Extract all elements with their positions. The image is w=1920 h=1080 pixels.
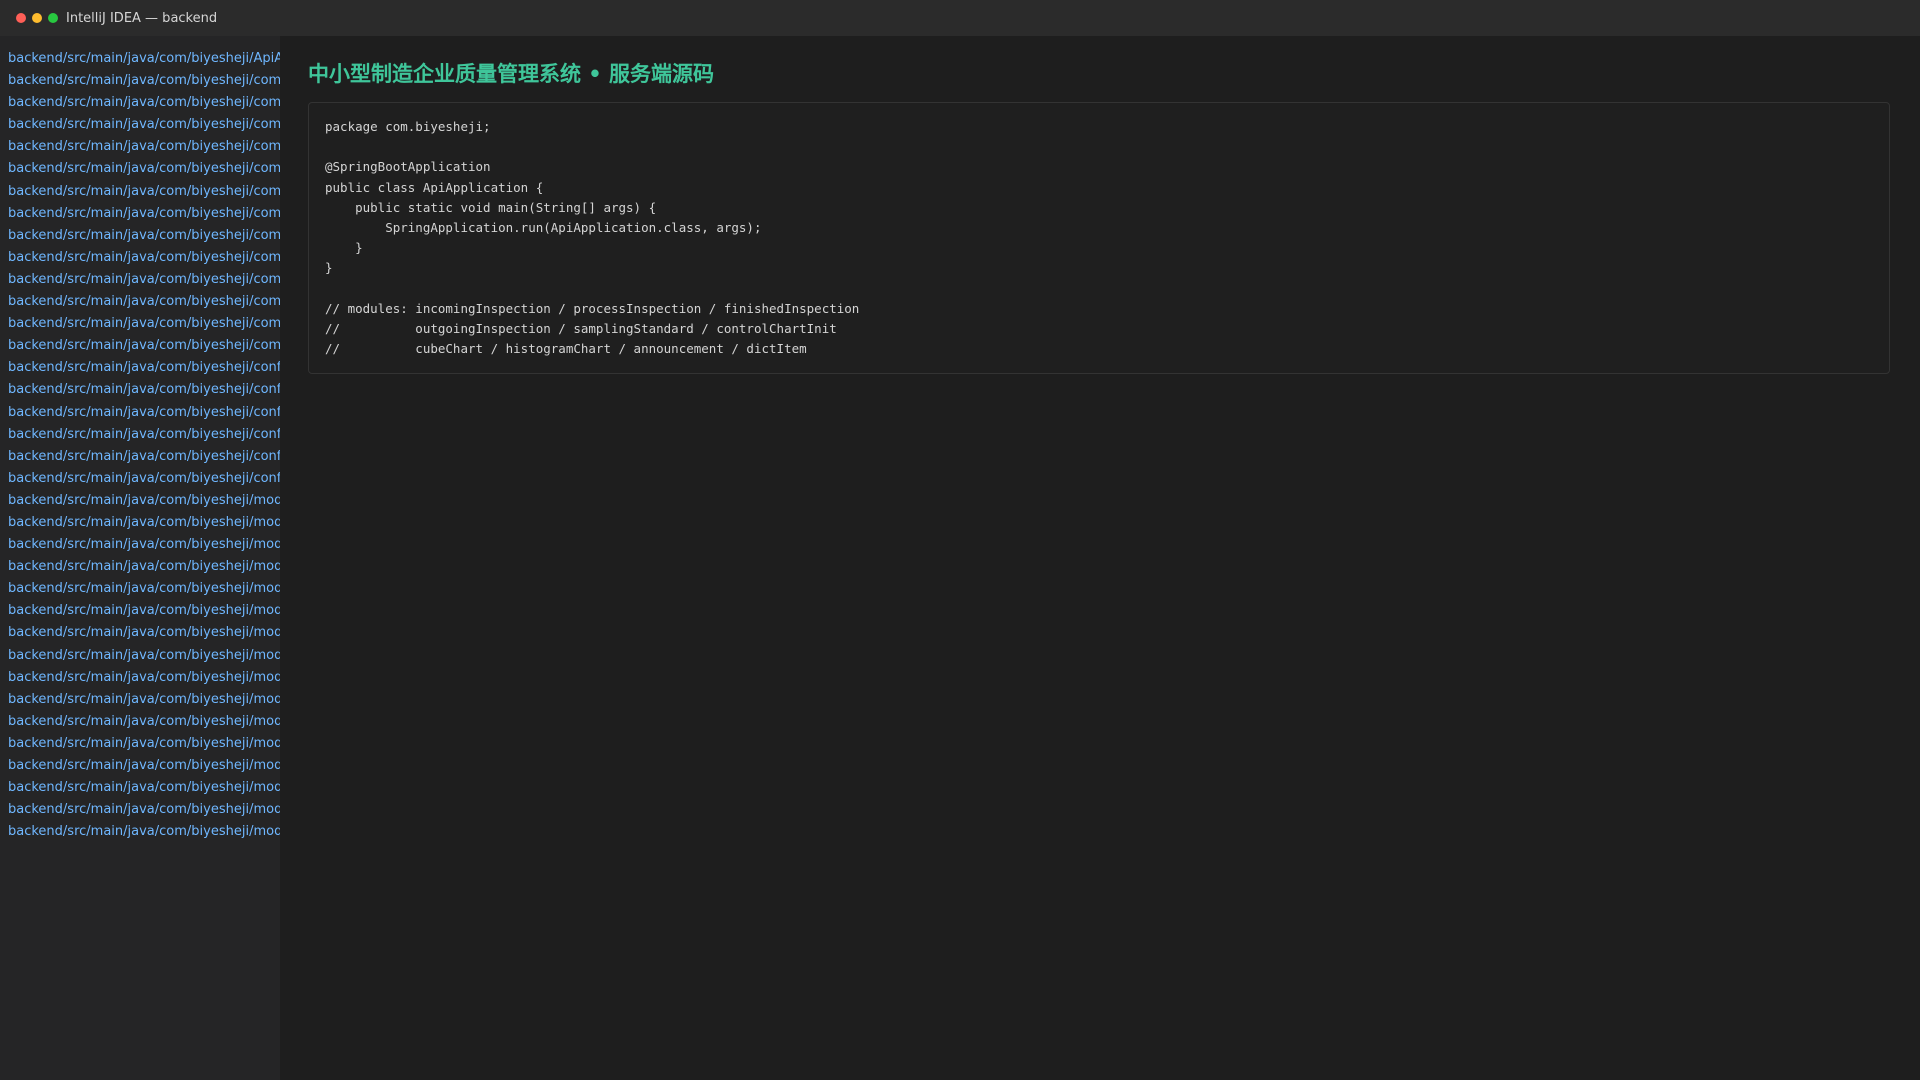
file-tree-item[interactable]: backend/src/main/java/com/biyesheji/comm…	[0, 136, 280, 158]
file-tree-item[interactable]: backend/src/main/java/com/biyesheji/modu…	[0, 689, 280, 711]
file-tree-item[interactable]: backend/src/main/java/com/biyesheji/modu…	[0, 556, 280, 578]
window-title: IntelliJ IDEA — backend	[66, 10, 218, 26]
file-tree-item[interactable]: backend/src/main/java/com/biyesheji/modu…	[0, 490, 280, 512]
file-tree-item[interactable]: backend/src/main/java/com/biyesheji/comm…	[0, 313, 280, 335]
window-titlebar: IntelliJ IDEA — backend	[0, 0, 1920, 36]
file-tree-item[interactable]: backend/src/main/java/com/biyesheji/conf…	[0, 468, 280, 490]
code-panel: package com.biyesheji; @SpringBootApplica…	[308, 102, 1890, 375]
file-tree-item[interactable]: backend/src/main/java/com/biyesheji/modu…	[0, 821, 280, 843]
page-title: 中小型制造企业质量管理系统 • 服务端源码	[308, 62, 715, 86]
code-line: @SpringBootApplication	[325, 159, 491, 175]
file-tree-item[interactable]: backend/src/main/java/com/biyesheji/comm…	[0, 158, 280, 180]
file-tree-item[interactable]: backend/src/main/java/com/biyesheji/comm…	[0, 335, 280, 357]
window-controls	[16, 13, 58, 23]
file-tree-item[interactable]: backend/src/main/java/com/biyesheji/comm…	[0, 225, 280, 247]
file-tree-item[interactable]: backend/src/main/java/com/biyesheji/comm…	[0, 114, 280, 136]
code-line: SpringApplication.run(ApiApplication.cla…	[325, 219, 762, 235]
file-tree-item[interactable]: backend/src/main/java/com/biyesheji/modu…	[0, 512, 280, 534]
file-tree-item[interactable]: backend/src/main/java/com/biyesheji/modu…	[0, 733, 280, 755]
close-window-button[interactable]	[16, 13, 26, 23]
file-tree-item[interactable]: backend/src/main/java/com/biyesheji/modu…	[0, 711, 280, 733]
code-line: package com.biyesheji;	[325, 119, 491, 134]
file-tree-item[interactable]: backend/src/main/java/com/biyesheji/modu…	[0, 578, 280, 600]
file-tree-item[interactable]: backend/src/main/java/com/biyesheji/conf…	[0, 446, 280, 468]
minimize-window-button[interactable]	[32, 13, 42, 23]
code-line: // modules: incomingInspection / process…	[325, 300, 860, 316]
file-tree-item[interactable]: backend/src/main/java/com/biyesheji/comm…	[0, 247, 280, 269]
code-line: }	[325, 240, 363, 256]
file-tree-item[interactable]: backend/src/main/java/com/biyesheji/modu…	[0, 600, 280, 622]
file-tree-item[interactable]: backend/src/main/java/com/biyesheji/comm…	[0, 291, 280, 313]
file-tree-item[interactable]: backend/src/main/java/com/biyesheji/comm…	[0, 92, 280, 114]
main-content: 中小型制造企业质量管理系统 • 服务端源码 package com.biyesh…	[280, 36, 1920, 1080]
code-line: public static void main(String[] args) {	[325, 199, 657, 215]
file-tree-item[interactable]: backend/src/main/java/com/biyesheji/comm…	[0, 70, 280, 92]
code-line: // outgoingInspection / samplingStandard…	[325, 320, 837, 336]
file-tree-item[interactable]: backend/src/main/java/com/biyesheji/modu…	[0, 777, 280, 799]
file-tree-item[interactable]: backend/src/main/java/com/biyesheji/modu…	[0, 534, 280, 556]
file-tree-item[interactable]: backend/src/main/java/com/biyesheji/comm…	[0, 269, 280, 291]
code-line: // cubeChart / histogramChart / announce…	[325, 341, 807, 357]
file-tree-item[interactable]: backend/src/main/java/com/biyesheji/conf…	[0, 424, 280, 446]
code-line: public class ApiApplication {	[325, 179, 544, 195]
file-tree-item[interactable]: backend/src/main/java/com/biyesheji/modu…	[0, 622, 280, 644]
maximize-window-button[interactable]	[48, 13, 58, 23]
file-tree-item[interactable]: backend/src/main/java/com/biyesheji/modu…	[0, 799, 280, 821]
file-tree-item[interactable]: backend/src/main/java/com/biyesheji/comm…	[0, 203, 280, 225]
file-tree-item[interactable]: backend/src/main/java/com/biyesheji/modu…	[0, 755, 280, 777]
project-file-list: backend/src/main/java/com/biyesheji/ApiA…	[0, 36, 280, 1080]
file-tree-item[interactable]: backend/src/main/java/com/biyesheji/conf…	[0, 402, 280, 424]
file-tree-item[interactable]: backend/src/main/java/com/biyesheji/conf…	[0, 357, 280, 379]
file-tree-item[interactable]: backend/src/main/java/com/biyesheji/ApiA…	[0, 48, 280, 70]
file-tree-item[interactable]: backend/src/main/java/com/biyesheji/conf…	[0, 379, 280, 401]
file-tree-item[interactable]: backend/src/main/java/com/biyesheji/modu…	[0, 667, 280, 689]
file-tree-item[interactable]: backend/src/main/java/com/biyesheji/modu…	[0, 645, 280, 667]
file-tree-item[interactable]: backend/src/main/java/com/biyesheji/comm…	[0, 181, 280, 203]
code-line: }	[325, 260, 333, 276]
